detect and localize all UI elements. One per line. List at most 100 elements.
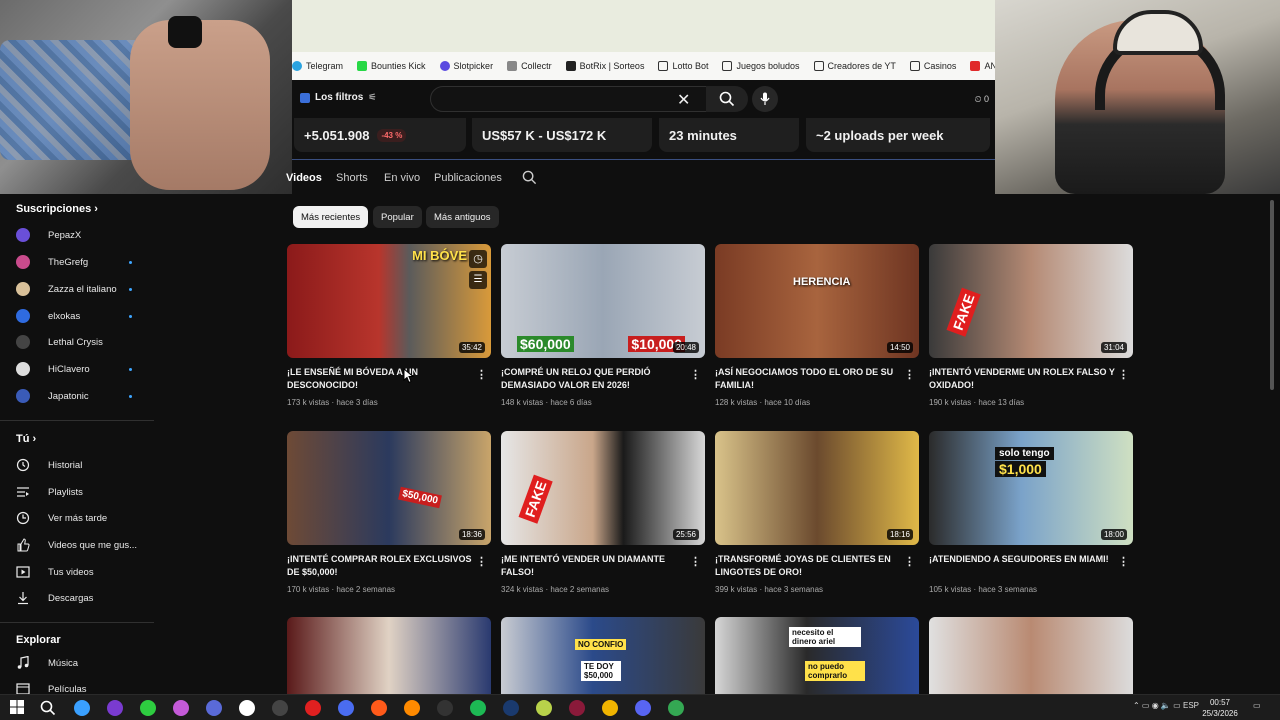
brave-icon[interactable] <box>371 700 387 716</box>
add-to-queue-icon[interactable]: ☰ <box>469 271 487 289</box>
spotify-icon[interactable] <box>470 700 486 716</box>
filter-extension-chip[interactable]: Los filtros ⚟ <box>300 92 376 103</box>
chip-popular[interactable]: Popular <box>373 206 422 228</box>
bookmark-slotpicker[interactable]: Slotpicker <box>439 61 493 71</box>
more-options-icon[interactable]: ⋮ <box>690 368 701 381</box>
video-thumbnail[interactable]: $50,000 18:36 <box>287 431 491 545</box>
edge-icon[interactable] <box>74 700 90 716</box>
sidebar-sub-hiclavero[interactable]: HiClavero <box>16 357 144 381</box>
bookmark-folder-casinos[interactable]: Casinos <box>909 61 956 71</box>
app-icon[interactable] <box>569 700 585 716</box>
you-heading[interactable]: Tú › <box>16 433 36 445</box>
clock[interactable]: 00:57 25/3/2026 <box>1200 697 1240 719</box>
bookmark-botrix[interactable]: BotRix | Sorteos <box>565 61 644 71</box>
video-title[interactable]: ¡LE ENSEÑÉ MI BÓVEDA A UN DESCONOCIDO! <box>287 366 473 392</box>
sidebar-sub-elxokas[interactable]: elxokas <box>16 304 144 328</box>
bookmark-collectr[interactable]: Collectr <box>507 61 552 71</box>
sidebar-item-history[interactable]: Historial <box>16 453 144 477</box>
app-icon[interactable] <box>338 700 354 716</box>
sidebar-item-liked[interactable]: Videos que me gus... <box>16 533 144 557</box>
video-title[interactable]: ¡INTENTÉ COMPRAR ROLEX EXCLUSIVOS DE $50… <box>287 553 473 579</box>
video-card[interactable]: HERENCIA 14:50 ¡ASÍ NEGOCIAMOS TODO EL ORO… <box>715 244 919 407</box>
video-thumbnail[interactable]: $60,000 $10,000 20:48 <box>501 244 705 358</box>
playlists-icon <box>16 485 30 499</box>
app-icon[interactable] <box>536 700 552 716</box>
obs-icon[interactable] <box>272 700 288 716</box>
sidebar-item-music[interactable]: Música <box>16 651 144 675</box>
subscriptions-heading[interactable]: Suscripciones › <box>16 203 98 215</box>
video-card[interactable]: FAKE 25:56 ¡ME INTENTÓ VENDER UN DIAMANTE … <box>501 431 705 594</box>
chrome-icon[interactable] <box>668 700 684 716</box>
app-icon[interactable] <box>107 700 123 716</box>
taskbar-search-icon[interactable] <box>40 700 56 716</box>
video-title[interactable]: ¡ATENDIENDO A SEGUIDORES EN MIAMI! <box>929 553 1115 566</box>
steam-icon[interactable] <box>503 700 519 716</box>
bookmark-folder-creadores[interactable]: Creadores de YT <box>813 61 896 71</box>
video-thumbnail[interactable]: solo tengo $1,000 18:00 <box>929 431 1133 545</box>
sidebar-item-your-videos[interactable]: Tus videos <box>16 560 144 584</box>
search-input[interactable]: ✕ <box>430 86 742 112</box>
video-thumbnail[interactable]: FAKE 31:04 <box>929 244 1133 358</box>
video-card[interactable]: $50,000 18:36 ¡INTENTÉ COMPRAR ROLEX EXCLU… <box>287 431 491 594</box>
video-card[interactable]: FAKE 31:04 ¡INTENTÓ VENDERME UN ROLEX FALS… <box>929 244 1133 407</box>
page-scrollbar[interactable] <box>1270 196 1276 694</box>
sidebar-sub-zazza[interactable]: Zazza el italiano <box>16 277 144 301</box>
windows-start-icon[interactable] <box>10 700 26 716</box>
voice-search-button[interactable] <box>752 86 778 112</box>
sidebar-sub-lethal-crysis[interactable]: Lethal Crysis <box>16 330 144 354</box>
app-icon[interactable] <box>239 700 255 716</box>
tab-shorts[interactable]: Shorts <box>336 172 368 184</box>
more-options-icon[interactable]: ⋮ <box>1118 555 1129 568</box>
channel-search-icon[interactable] <box>522 170 537 188</box>
chip-recent[interactable]: Más recientes <box>293 206 369 228</box>
more-options-icon[interactable]: ⋮ <box>690 555 701 568</box>
bookmark-lotto-bot[interactable]: Lotto Bot <box>658 61 708 71</box>
sidebar-item-playlists[interactable]: Playlists <box>16 480 144 504</box>
video-title[interactable]: ¡TRANSFORMÉ JOYAS DE CLIENTES EN LINGOTE… <box>715 553 901 579</box>
tab-live[interactable]: En vivo <box>384 172 420 184</box>
more-options-icon[interactable]: ⋮ <box>904 368 915 381</box>
tab-videos[interactable]: Videos <box>286 172 322 184</box>
app-icon[interactable] <box>437 700 453 716</box>
sidebar-sub-japatonic[interactable]: Japatonic <box>16 384 144 408</box>
video-title[interactable]: ¡ASÍ NEGOCIAMOS TODO EL ORO DE SU FAMILI… <box>715 366 901 392</box>
video-thumbnail[interactable]: FAKE 25:56 <box>501 431 705 545</box>
sidebar-sub-thegrefg[interactable]: TheGrefg <box>16 250 144 274</box>
bookmark-bounties-kick[interactable]: Bounties Kick <box>357 61 426 71</box>
tray-icons[interactable]: ⌃ ▭ ◉ 🔈 ▭ <box>1133 701 1181 710</box>
video-title[interactable]: ¡INTENTÓ VENDERME UN ROLEX FALSO Y OXIDA… <box>929 366 1115 392</box>
watch-later-icon[interactable]: ◷ <box>469 250 487 268</box>
language-indicator[interactable]: ESP <box>1183 701 1199 710</box>
chip-oldest[interactable]: Más antiguos <box>426 206 499 228</box>
video-thumbnail[interactable]: MI BÓVE ◷ ☰ 35:42 <box>287 244 491 358</box>
more-options-icon[interactable]: ⋮ <box>1118 368 1129 381</box>
more-options-icon[interactable]: ⋮ <box>904 555 915 568</box>
sidebar-item-watch-later[interactable]: Ver más tarde <box>16 506 144 530</box>
video-card[interactable]: $60,000 $10,000 20:48 ¡COMPRÉ UN RELOJ QUE … <box>501 244 705 407</box>
sidebar-item-downloads[interactable]: Descargas <box>16 586 144 610</box>
video-title[interactable]: ¡COMPRÉ UN RELOJ QUE PERDIÓ DEMASIADO VA… <box>501 366 687 392</box>
notifications-icon[interactable]: ▭ <box>1253 701 1261 710</box>
opera-icon[interactable] <box>305 700 321 716</box>
video-title[interactable]: ¡ME INTENTÓ VENDER UN DIAMANTE FALSO! <box>501 553 687 579</box>
itunes-icon[interactable] <box>173 700 189 716</box>
app-icon[interactable] <box>206 700 222 716</box>
more-options-icon[interactable]: ⋮ <box>476 555 487 568</box>
more-options-icon[interactable]: ⋮ <box>476 368 487 381</box>
discord-icon[interactable] <box>635 700 651 716</box>
bookmark-folder-juegos[interactable]: Juegos boludos <box>722 61 800 71</box>
app-icon[interactable] <box>140 700 156 716</box>
bookmark-telegram[interactable]: Telegram <box>292 61 343 71</box>
video-card[interactable]: 18:16 ¡TRANSFORMÉ JOYAS DE CLIENTES EN LI… <box>715 431 919 594</box>
search-button[interactable] <box>706 86 748 112</box>
video-card[interactable]: solo tengo $1,000 18:00 ¡ATENDIENDO A SEGUI… <box>929 431 1133 594</box>
video-thumbnail[interactable]: 18:16 <box>715 431 919 545</box>
firefox-icon[interactable] <box>404 700 420 716</box>
sidebar-sub-pepazx[interactable]: PepazX <box>16 223 144 247</box>
video-card[interactable]: MI BÓVE ◷ ☰ 35:42 ¡LE ENSEÑÉ MI BÓVEDA A UN … <box>287 244 491 407</box>
video-thumbnail[interactable]: HERENCIA 14:50 <box>715 244 919 358</box>
bookmark-antes[interactable]: ANTES de jugar R <box>970 61 995 71</box>
clear-search-icon[interactable]: ✕ <box>677 90 690 110</box>
tab-posts[interactable]: Publicaciones <box>434 172 502 184</box>
chrome-icon[interactable] <box>602 700 618 716</box>
